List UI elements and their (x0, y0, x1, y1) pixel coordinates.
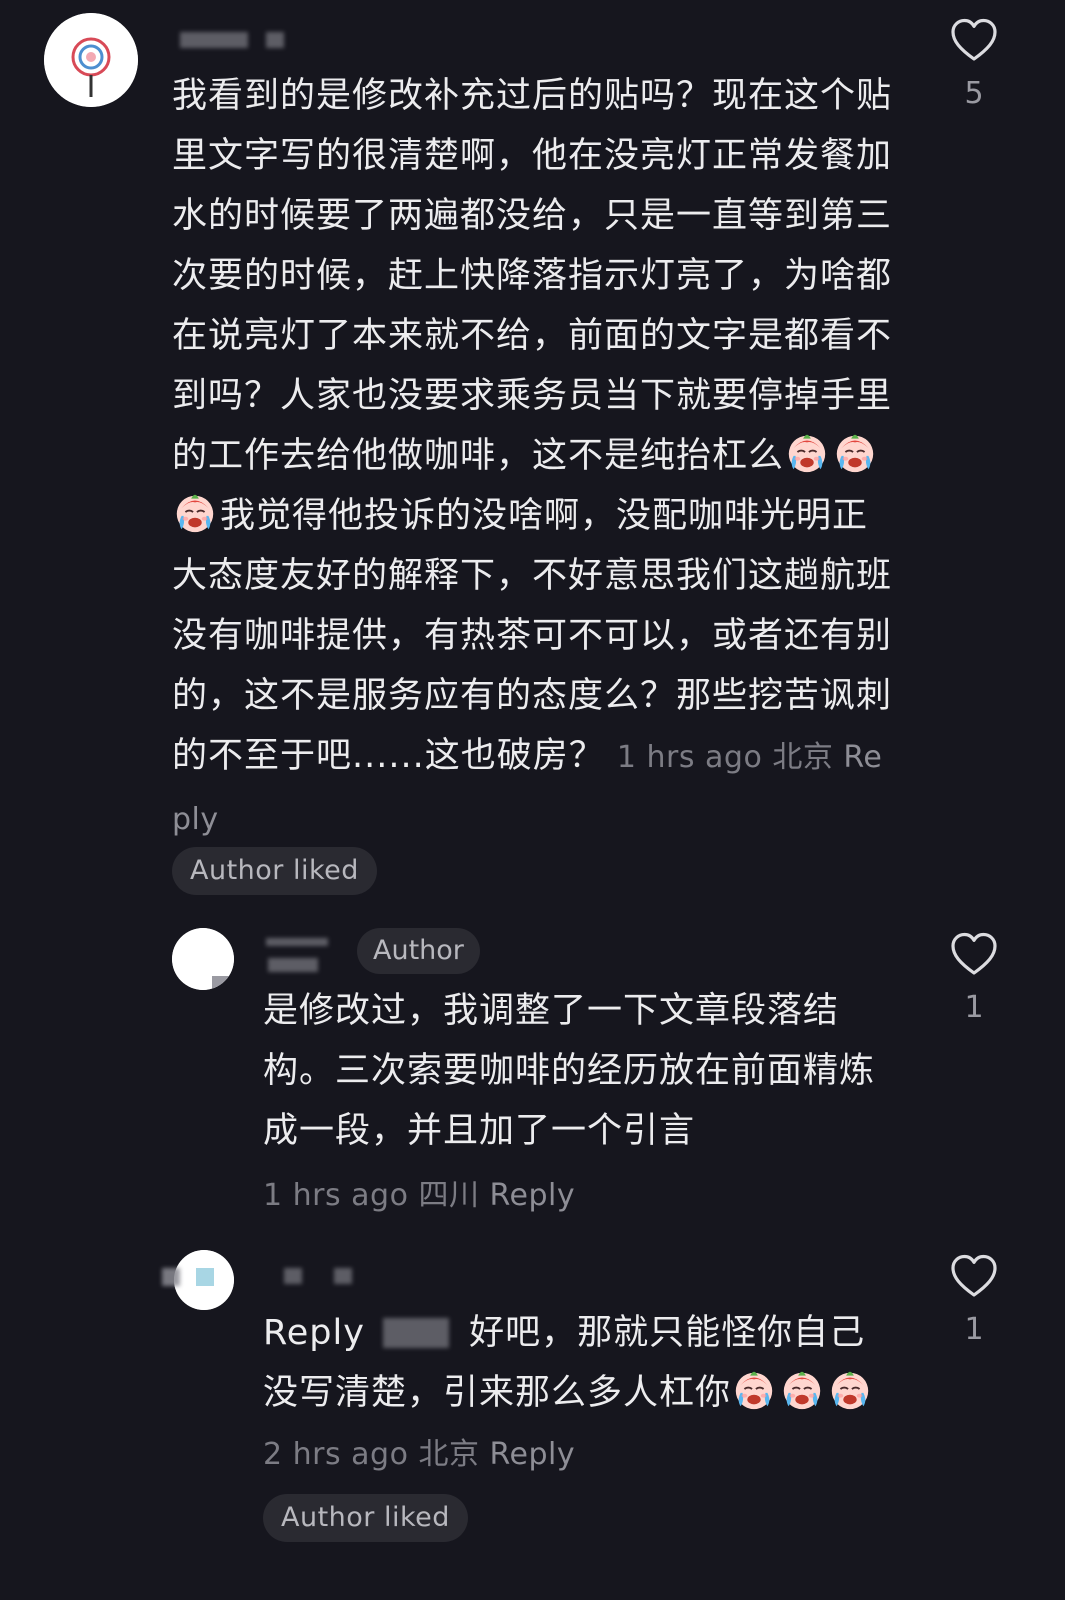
location: 北京 (772, 740, 834, 775)
crying-face-icon (172, 489, 218, 535)
like-count: 1 (964, 1312, 984, 1347)
avatar[interactable] (44, 13, 138, 107)
crying-face-icon (827, 1366, 873, 1412)
timestamp: 1 hrs ago (616, 740, 763, 775)
like-button[interactable]: 5 (944, 18, 1004, 111)
like-count: 1 (964, 990, 984, 1025)
username-redacted (334, 1268, 352, 1284)
username-redacted (268, 958, 318, 972)
comment-text: 是修改过，我调整了一下文章段落结构。三次索要咖啡的经历放在前面精炼成一段，并且加… (263, 991, 876, 1151)
username-redacted (266, 32, 284, 48)
avatar-image (172, 928, 234, 990)
comment-meta: 2 hrs ago 北京 Reply (263, 1437, 575, 1472)
heart-outline-icon (950, 932, 998, 976)
lollipop-avatar-icon (44, 13, 138, 107)
crying-face-icon (832, 429, 878, 475)
avatar[interactable] (172, 928, 234, 990)
username-redacted (284, 1268, 302, 1284)
reply-prefix: Reply (263, 1313, 365, 1353)
location: 北京 (418, 1437, 480, 1472)
reply-button[interactable]: Reply (490, 1437, 576, 1472)
reply-button[interactable]: Reply (490, 1178, 576, 1213)
like-button[interactable]: 1 (944, 932, 1004, 1025)
crying-face-icon (779, 1366, 825, 1412)
comment-text: 我看到的是修改补充过后的贴吗？现在这个贴里文字写的很清楚啊，他在没亮灯正常发餐加… (172, 76, 893, 837)
comment-text: Reply 好吧，那就只能怪你自己没写清楚，引来那么多人杠你 2 hrs ago… (263, 1303, 893, 1485)
author-badge: Author (357, 928, 480, 974)
comment-meta: 1 hrs ago 四川 Reply (263, 1170, 575, 1214)
author-liked-badge: Author liked (263, 1494, 468, 1542)
username-redacted (266, 938, 328, 946)
avatar-image (174, 1250, 234, 1310)
timestamp: 2 hrs ago (263, 1437, 409, 1472)
heart-outline-icon (950, 18, 998, 62)
heart-outline-icon (950, 1254, 998, 1298)
location: 四川 (418, 1178, 480, 1213)
mentioned-username-redacted (383, 1318, 450, 1348)
timestamp: 1 hrs ago (263, 1178, 409, 1213)
like-button[interactable]: 1 (944, 1254, 1004, 1347)
avatar[interactable] (174, 1250, 234, 1310)
author-liked-badge: Author liked (172, 847, 377, 895)
crying-face-icon (731, 1366, 777, 1412)
username-redacted (180, 32, 248, 48)
like-count: 5 (964, 76, 984, 111)
crying-face-icon (784, 429, 830, 475)
username-redacted (162, 1268, 180, 1286)
